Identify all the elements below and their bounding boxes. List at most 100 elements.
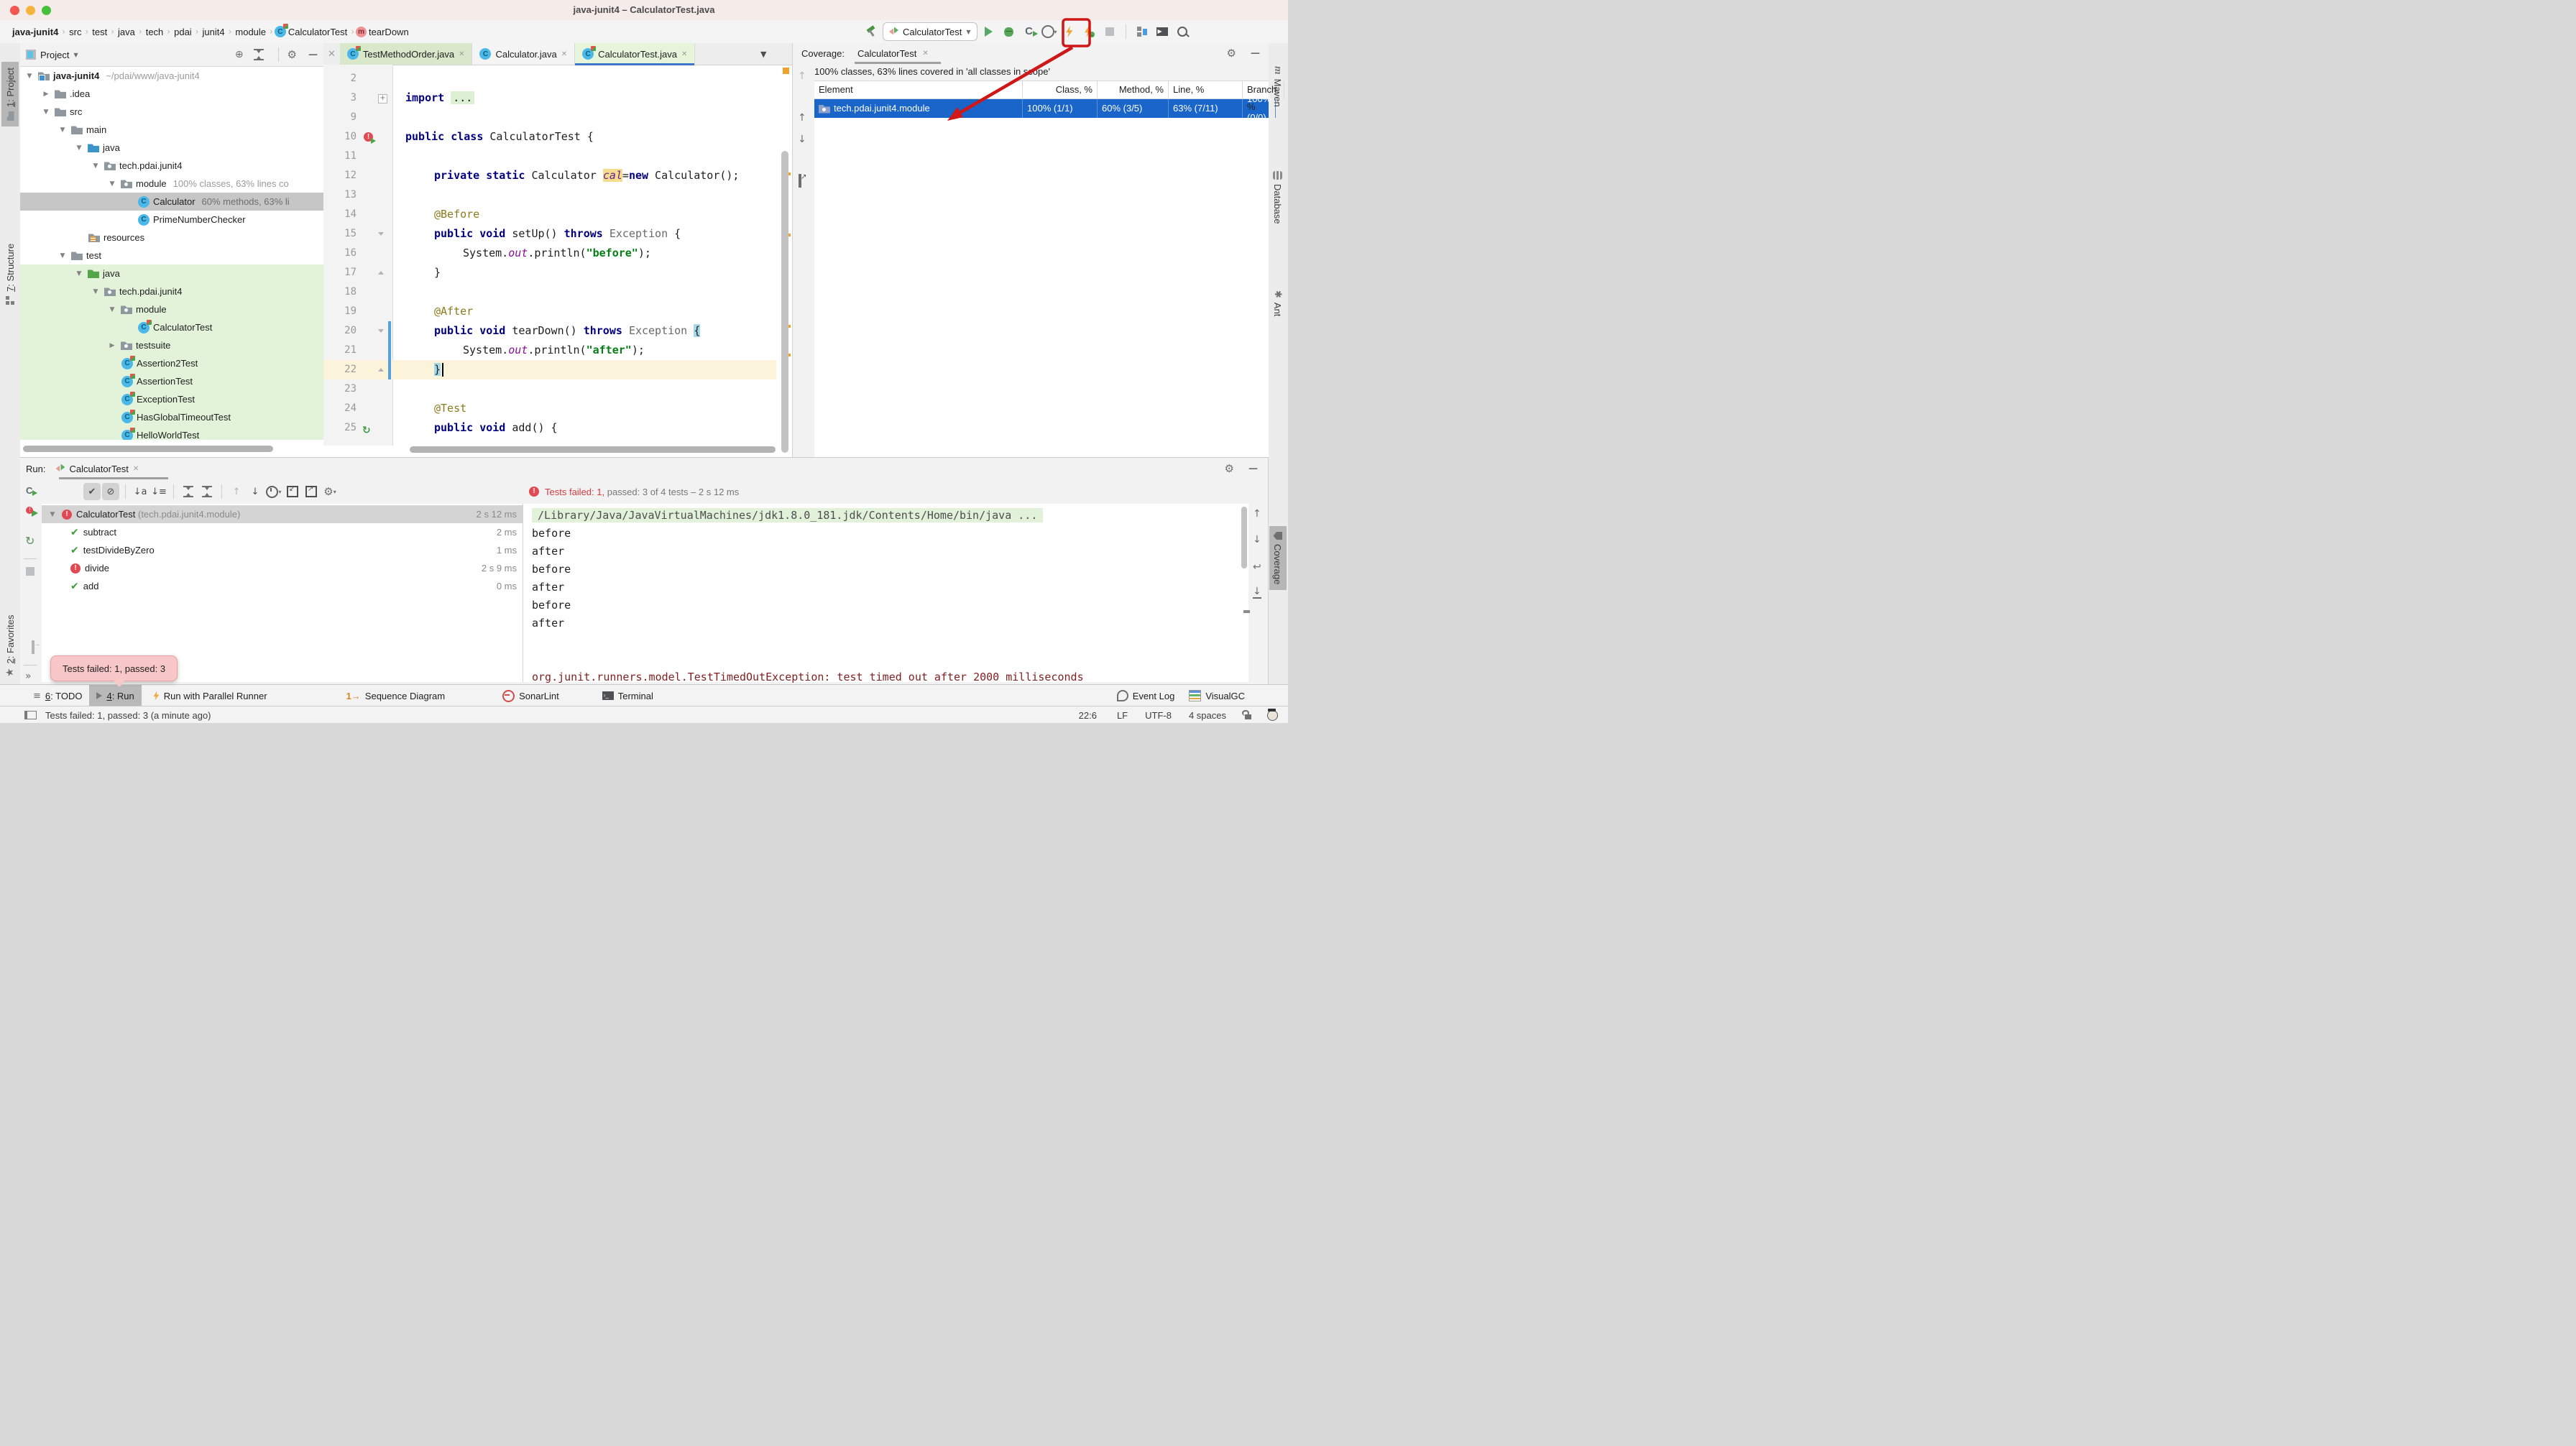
toolbar-tab-sequence-diagram[interactable]: 1→ Sequence Diagram — [339, 685, 453, 706]
test-row-testdividebyzero[interactable]: ✔testDivideByZero1 ms — [42, 541, 523, 559]
breadcrumb-item[interactable]: test — [92, 27, 107, 37]
import-test-results-button[interactable] — [284, 483, 301, 500]
expand-all-button[interactable] — [180, 483, 197, 500]
breadcrumb-item[interactable]: tech — [146, 27, 164, 37]
chevron-down-icon[interactable]: ▼ — [58, 252, 68, 259]
hide-panel-button[interactable]: — — [1251, 48, 1260, 59]
toolbar-tab-event-log[interactable]: Event Log — [1110, 685, 1182, 706]
console-exception-line[interactable]: org.junit.runners.model.TestTimedOutExce… — [532, 671, 1084, 683]
error-stripe-mark[interactable] — [783, 68, 789, 74]
breadcrumb-item[interactable]: module — [235, 27, 266, 37]
gear-icon[interactable]: ⚙ — [1225, 462, 1234, 475]
breadcrumb-item[interactable]: tearDown — [369, 27, 409, 37]
status-message[interactable]: Tests failed: 1, passed: 3 (a minute ago… — [45, 710, 211, 721]
line-ending[interactable]: LF — [1117, 710, 1128, 721]
toolbar-tab-sonarlint[interactable]: SonarLint — [495, 685, 566, 706]
profiler-button[interactable]: ▾ — [1041, 23, 1058, 40]
gear-icon[interactable]: ⚙ — [1227, 47, 1236, 60]
stripe-tab-coverage[interactable]: Coverage — [1269, 526, 1287, 590]
tree-item-assertiontest[interactable]: AssertionTest — [20, 372, 323, 390]
down-icon[interactable]: ↓ — [1253, 534, 1261, 545]
chevron-down-icon[interactable]: ▼ — [73, 52, 78, 58]
tab-testmethodorder[interactable]: TestMethodOrder.java✕ — [340, 43, 473, 65]
close-icon[interactable]: ✕ — [323, 43, 340, 65]
jump-to-source-up-icon[interactable]: ↑ — [798, 112, 806, 124]
show-ignored-toggle[interactable]: ⊘ — [102, 483, 119, 500]
project-structure-button[interactable] — [1133, 23, 1151, 40]
indent-setting[interactable]: 4 spaces — [1189, 710, 1226, 721]
run-button[interactable] — [980, 23, 998, 40]
tree-item-helloworldtest[interactable]: HelloWorldTest — [20, 426, 323, 440]
column-method[interactable]: Method, % — [1098, 81, 1169, 98]
tree-item-assertion2test[interactable]: Assertion2Test — [20, 354, 323, 372]
export-icon[interactable] — [799, 174, 801, 188]
chevron-down-icon[interactable]: ▼ — [91, 162, 101, 170]
breadcrumb-item[interactable]: CalculatorTest — [288, 27, 347, 37]
collapse-all-button[interactable] — [198, 483, 216, 500]
chevron-down-icon[interactable]: ▼ — [74, 144, 84, 152]
tab-calculatortest-active[interactable]: CalculatorTest.java✕ — [575, 43, 695, 65]
breadcrumb-item[interactable]: junit4 — [203, 27, 225, 37]
fold-expand-icon[interactable]: + — [378, 94, 387, 103]
next-failed-test-button[interactable]: ↓ — [247, 483, 264, 500]
tree-item-src[interactable]: ▼src — [20, 103, 323, 121]
sort-alphabetically-button[interactable]: ↓a — [132, 483, 149, 500]
test-history-button[interactable]: ▾ — [265, 483, 282, 500]
tree-item-resources[interactable]: resources — [20, 229, 323, 247]
test-row-root[interactable]: ▼ CalculatorTest (tech.pdai.junit4.modul… — [42, 505, 523, 523]
chevron-down-icon[interactable]: ▼ — [107, 306, 117, 313]
fold-marker-icon[interactable] — [378, 232, 384, 236]
breadcrumb-item[interactable]: pdai — [174, 27, 192, 37]
debug-button[interactable] — [1000, 23, 1018, 40]
close-icon[interactable]: ✕ — [681, 50, 687, 58]
soft-wrap-icon[interactable]: ↩ — [1253, 561, 1261, 573]
up-icon[interactable]: ↑ — [798, 70, 806, 82]
tree-item-idea[interactable]: ▶.idea — [20, 85, 323, 103]
chevron-down-icon[interactable]: ▼ — [24, 73, 34, 80]
tree-item-main[interactable]: ▼main — [20, 121, 323, 139]
chevron-right-icon[interactable]: ▶ — [41, 91, 51, 98]
scroll-to-end-icon[interactable]: ↓ — [1253, 586, 1261, 599]
up-icon[interactable]: ↑ — [1253, 508, 1261, 520]
tool-window-quick-access-icon[interactable] — [24, 711, 37, 719]
close-icon[interactable]: ✕ — [561, 50, 567, 58]
coverage-row-module[interactable]: tech.pdai.junit4.module 100% (1/1) 60% (… — [814, 99, 1269, 118]
chevron-down-icon[interactable]: ▼ — [47, 511, 58, 518]
toolbar-tab-run[interactable]: 4: Run — [89, 685, 141, 706]
tree-item-testsuite[interactable]: ▶testsuite — [20, 336, 323, 354]
chevron-down-icon[interactable]: ▼ — [91, 288, 101, 295]
run-with-coverage-button[interactable]: C — [1021, 23, 1038, 40]
inspections-profile-icon[interactable] — [1267, 710, 1278, 721]
horizontal-scrollbar[interactable] — [23, 446, 273, 452]
code-viewport[interactable]: 2 3+import ... 9 10public class Calculat… — [323, 65, 792, 446]
run-terminal-button[interactable]: ▶ — [1154, 23, 1171, 40]
stripe-tab-database[interactable]: Database — [1269, 165, 1287, 230]
rerun-icon[interactable]: ↻ — [25, 534, 34, 548]
close-window-icon[interactable] — [10, 6, 19, 15]
tree-item-module-test[interactable]: ▼module — [20, 300, 323, 318]
tree-item-java-main[interactable]: ▼java — [20, 139, 323, 157]
project-panel-title[interactable]: Project — [40, 50, 69, 60]
collapse-all-button[interactable] — [254, 49, 264, 60]
minimize-window-icon[interactable] — [26, 6, 35, 15]
tree-item-primenumberchecker[interactable]: PrimeNumberChecker — [20, 211, 323, 229]
build-project-button[interactable] — [862, 23, 880, 40]
fold-marker-icon[interactable] — [378, 329, 384, 333]
toolbar-tab-visualgc[interactable]: VisualGC — [1182, 685, 1252, 706]
maximize-window-icon[interactable] — [42, 6, 51, 15]
rerun-with-coverage-button[interactable]: C — [26, 485, 32, 496]
hidden-tabs-dropdown[interactable]: ▼ — [760, 50, 766, 59]
run-anything-button[interactable] — [1061, 23, 1078, 40]
toolbar-tab-parallel-runner[interactable]: Run with Parallel Runner — [146, 685, 275, 706]
show-passed-toggle[interactable]: ✔ — [83, 483, 101, 500]
vertical-scrollbar[interactable] — [781, 151, 788, 453]
folded-imports[interactable]: ... — [451, 91, 474, 104]
chevron-down-icon[interactable]: ▼ — [41, 109, 51, 116]
hide-panel-button[interactable]: — — [308, 50, 318, 60]
gear-icon[interactable]: ⚙ — [288, 48, 297, 61]
run-configuration-selector[interactable]: CalculatorTest ▼ — [883, 22, 978, 41]
locate-file-button[interactable]: ⊕ — [235, 49, 244, 60]
breadcrumb-item[interactable]: java-junit4 — [12, 27, 58, 37]
close-icon[interactable]: ✕ — [459, 50, 464, 58]
test-console[interactable]: /Library/Java/JavaVirtualMachines/jdk1.8… — [523, 504, 1248, 682]
